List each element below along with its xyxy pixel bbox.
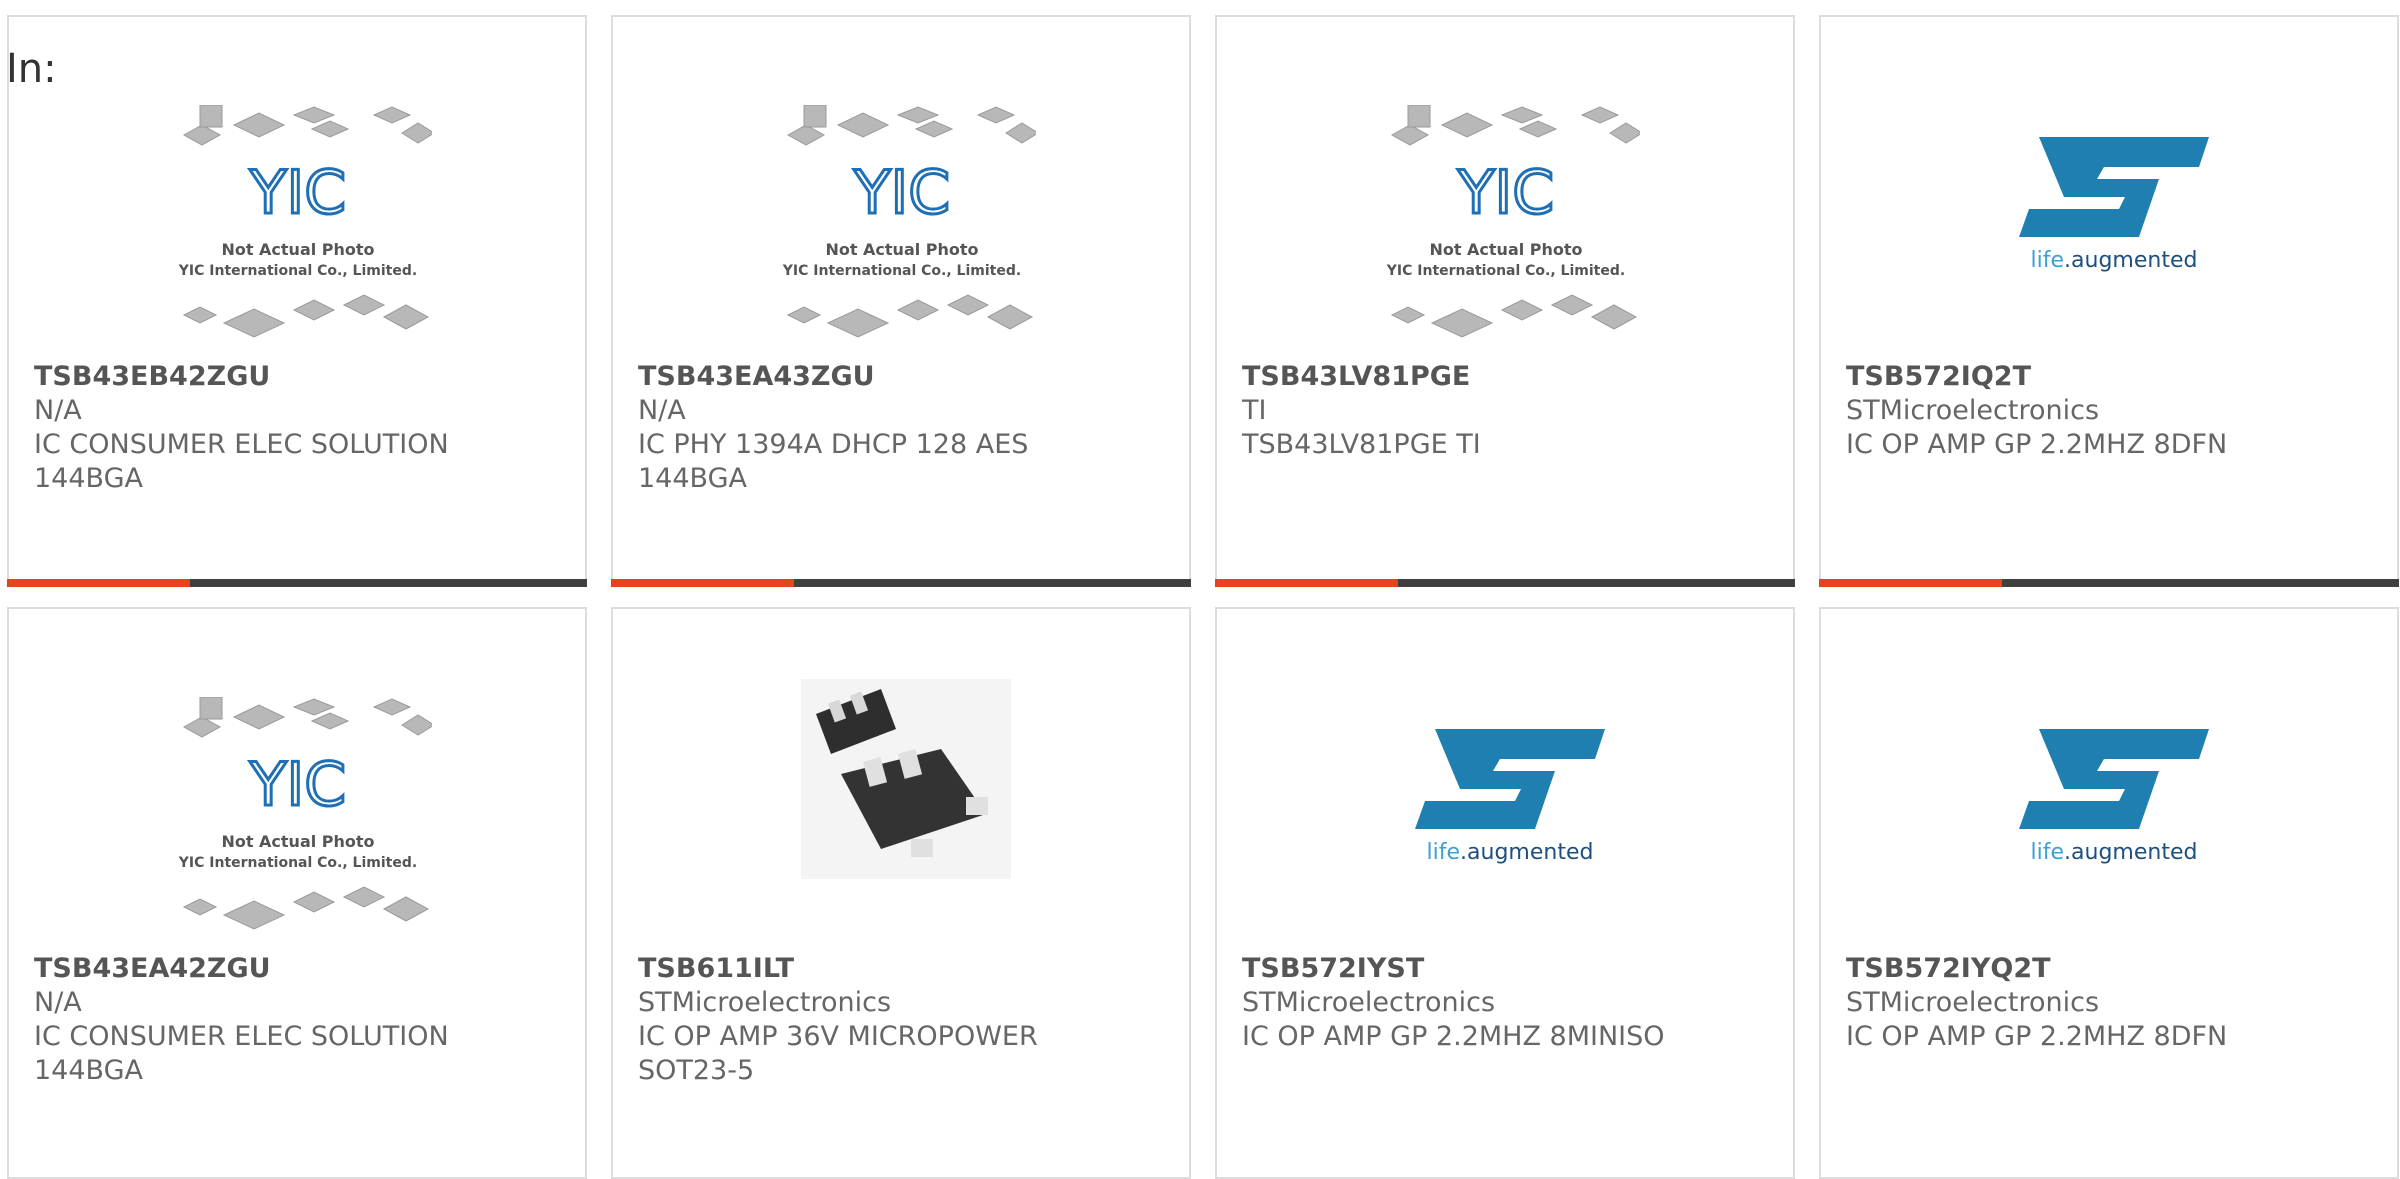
manufacturer: N/A <box>34 395 82 426</box>
description: IC OP AMP 36V MICROPOWER <box>638 1021 1038 1052</box>
svg-text:Not Actual Photo: Not Actual Photo <box>221 240 374 259</box>
manufacturer: STMicroelectronics <box>1242 987 1496 1018</box>
product-card[interactable]: TSB611ILT STMicroelectronics IC OP AMP 3… <box>611 607 1191 1179</box>
part-number[interactable]: TSB43LV81PGE <box>1242 360 1481 394</box>
in-label: In: <box>6 46 57 92</box>
svg-text:Not Actual Photo: Not Actual Photo <box>1429 240 1582 259</box>
svg-text:YIC International Co., Limited: YIC International Co., Limited. <box>782 263 1021 279</box>
description: IC OP AMP GP 2.2MHZ 8DFN <box>1846 429 2228 460</box>
description-package: 144BGA <box>34 463 143 494</box>
yic-logo-text: YIC <box>249 158 346 228</box>
description: IC OP AMP GP 2.2MHZ 8DFN <box>1846 1021 2228 1052</box>
manufacturer: TI <box>1242 395 1267 426</box>
card-bottom-bar <box>1819 579 2399 587</box>
product-card[interactable]: life.augmented TSB572IQ2T STMicroelectro… <box>1819 15 2399 587</box>
yic-placeholder-image: YIC Not Actual Photo YIC International C… <box>178 697 432 930</box>
svg-text:life.augmented: life.augmented <box>1427 840 1594 865</box>
product-card[interactable]: life.augmented TSB572IYQ2T STMicroelectr… <box>1819 607 2399 1179</box>
part-number[interactable]: TSB43EA42ZGU <box>34 952 449 986</box>
product-card[interactable]: YIC Not Actual Photo YIC International C… <box>7 15 587 587</box>
yic-placeholder-image: YIC Not Actual Photo YIC International C… <box>178 105 432 338</box>
manufacturer: STMicroelectronics <box>1846 395 2100 426</box>
part-number[interactable]: TSB611ILT <box>638 952 1038 986</box>
description-package: SOT23-5 <box>638 1055 755 1086</box>
svg-text:YIC International Co., Limited: YIC International Co., Limited. <box>178 855 417 871</box>
svg-text:life.augmented: life.augmented <box>2031 248 2198 273</box>
manufacturer: STMicroelectronics <box>638 987 892 1018</box>
card-bottom-bar <box>1215 579 1795 587</box>
card-bottom-bar <box>7 579 587 587</box>
product-card[interactable]: YIC Not Actual Photo YIC International C… <box>7 607 587 1179</box>
product-grid: YIC Not Actual Photo YIC International C… <box>7 15 2399 1179</box>
yic-placeholder-image: YIC Not Actual Photo YIC International C… <box>1386 105 1640 338</box>
st-logo-image: life.augmented <box>1415 729 1605 865</box>
manufacturer: N/A <box>638 395 686 426</box>
st-logo-image: life.augmented <box>2019 729 2209 865</box>
svg-text:YIC International Co., Limited: YIC International Co., Limited. <box>1386 263 1625 279</box>
description: TSB43LV81PGE TI <box>1242 429 1481 460</box>
sot23-chip-image <box>801 679 1011 879</box>
st-logo-image: life.augmented <box>2019 137 2209 273</box>
part-number[interactable]: TSB43EA43ZGU <box>638 360 1028 394</box>
product-card[interactable]: YIC Not Actual Photo YIC International C… <box>611 15 1191 587</box>
svg-text:YIC: YIC <box>1457 158 1554 228</box>
part-number[interactable]: TSB572IYQ2T <box>1846 952 2227 986</box>
part-number[interactable]: TSB572IQ2T <box>1846 360 2227 394</box>
svg-text:YIC: YIC <box>249 750 346 820</box>
svg-text:life.augmented: life.augmented <box>2031 840 2198 865</box>
description-package: 144BGA <box>638 463 747 494</box>
description-package: 144BGA <box>34 1055 143 1086</box>
description: IC CONSUMER ELEC SOLUTION <box>34 1021 449 1052</box>
description: IC CONSUMER ELEC SOLUTION <box>34 429 449 460</box>
manufacturer: STMicroelectronics <box>1846 987 2100 1018</box>
svg-text:YIC: YIC <box>853 158 950 228</box>
card-bottom-bar <box>611 579 1191 587</box>
svg-text:Not Actual Photo: Not Actual Photo <box>221 832 374 851</box>
manufacturer: N/A <box>34 987 82 1018</box>
svg-text:Not Actual Photo: Not Actual Photo <box>825 240 978 259</box>
description: IC OP AMP GP 2.2MHZ 8MINISO <box>1242 1021 1665 1052</box>
description: IC PHY 1394A DHCP 128 AES <box>638 429 1029 460</box>
yic-placeholder-image: YIC Not Actual Photo YIC International C… <box>782 105 1036 338</box>
product-card[interactable]: life.augmented TSB572IYST STMicroelectro… <box>1215 607 1795 1179</box>
part-number[interactable]: TSB572IYST <box>1242 952 1665 986</box>
product-card[interactable]: YIC Not Actual Photo YIC International C… <box>1215 15 1795 587</box>
svg-text:YIC International Co., Limited: YIC International Co., Limited. <box>178 263 417 279</box>
part-number[interactable]: TSB43EB42ZGU <box>34 360 449 394</box>
